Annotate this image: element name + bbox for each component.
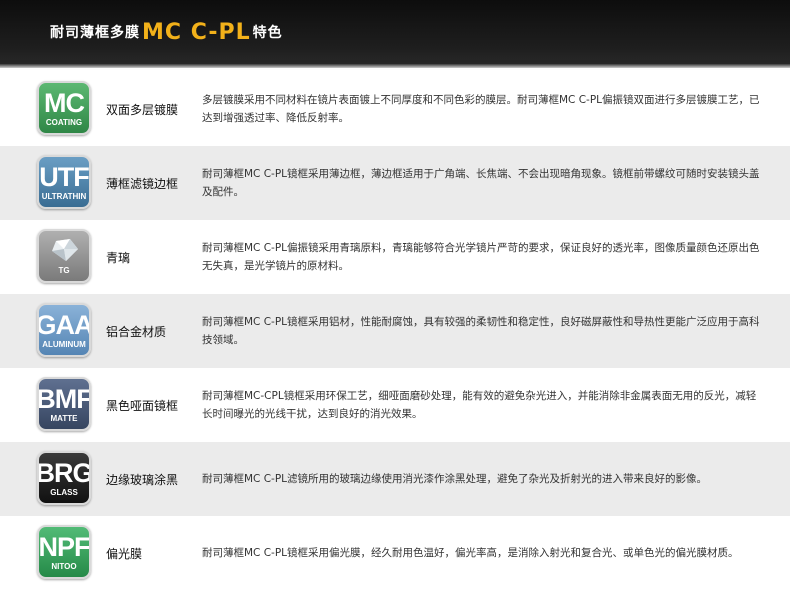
feature-description: 多层镀膜采用不同材料在镜片表面镀上不同厚度和不同色彩的膜层。耐司薄框MC C-P… xyxy=(202,94,760,124)
npf-nitoo-icon: NPF NITOO xyxy=(37,525,91,579)
bmf-matte-icon: BMF MATTE xyxy=(37,377,91,431)
feature-row-utf: UTF ULTRATHIN 薄框滤镜边框 耐司薄框MC C-PL镜框采用薄边框，… xyxy=(0,146,790,220)
feature-row-gaa: GAA ALUMINUM 铝合金材质 耐司薄框MC C-PL镜框采用铝材，性能耐… xyxy=(0,294,790,368)
feature-row-npf: NPF NITOO 偏光膜 耐司薄框MC C-PL镜框采用偏光膜，经久耐用色温好… xyxy=(0,516,790,590)
badge-abbr: GAA xyxy=(37,309,91,340)
feature-name: 黑色哑面镜框 xyxy=(106,398,179,413)
badge-sub: COATING xyxy=(45,117,83,127)
mc-coating-icon: MC COATING xyxy=(37,81,91,135)
feature-description: 耐司薄框MC C-PL镜框采用薄边框，薄边框适用于广角端、长焦端、不会出现暗角现… xyxy=(202,168,760,198)
badge-abbr: MC xyxy=(44,87,85,118)
feature-description: 耐司薄框MC C-PL滤镜所用的玻璃边缘使用消光漆作涂黑处理，避免了杂光及折射光… xyxy=(202,473,708,485)
feature-description: 耐司薄框MC C-PL镜框采用铝材，性能耐腐蚀，具有较强的柔韧性和稳定性，良好磁… xyxy=(202,316,760,346)
feature-row-brg: BRG GLASS 边缘玻璃涂黑 耐司薄框MC C-PL滤镜所用的玻璃边缘使用消… xyxy=(0,442,790,516)
badge-sub: ULTRATHIN xyxy=(41,191,87,201)
title-prefix: 耐司薄框多膜 xyxy=(50,25,140,41)
badge-sub: GLASS xyxy=(50,487,78,497)
feature-name: 偏光膜 xyxy=(106,546,143,561)
feature-row-tg: TG 青璃 耐司薄框MC C-PL偏振镜采用青璃原料，青璃能够符合光学镜片严苛的… xyxy=(0,220,790,294)
feature-name: 青璃 xyxy=(106,250,131,265)
title-highlight: MC C-PL xyxy=(142,19,251,45)
feature-name: 边缘玻璃涂黑 xyxy=(106,472,179,487)
badge-sub: NITOO xyxy=(51,561,77,571)
feature-description: 耐司薄框MC C-PL镜框采用偏光膜，经久耐用色温好，偏光率高，是消除入射光和复… xyxy=(202,547,739,559)
badge-abbr: UTF xyxy=(39,161,89,192)
badge-sub: MATTE xyxy=(50,413,78,423)
tg-glass-icon: TG xyxy=(37,229,91,283)
page-title: 耐司薄框多膜 MC C-PL 特色 xyxy=(50,12,283,52)
gaa-aluminum-icon: GAA ALUMINUM xyxy=(37,303,91,357)
utf-ultrathin-icon: UTF ULTRATHIN xyxy=(37,155,91,209)
title-suffix: 特色 xyxy=(252,25,283,41)
feature-name: 双面多层镀膜 xyxy=(106,102,179,117)
badge-abbr: BRG xyxy=(37,457,91,488)
crystal-icon xyxy=(52,239,78,261)
badge-abbr: BMF xyxy=(37,383,91,414)
feature-description: 耐司薄框MC C-PL偏振镜采用青璃原料，青璃能够符合光学镜片严苛的要求，保证良… xyxy=(202,242,760,272)
feature-name: 薄框滤镜边框 xyxy=(106,176,179,191)
feature-row-mc: MC COATING 双面多层镀膜 多层镀膜采用不同材料在镜片表面镀上不同厚度和… xyxy=(0,72,790,146)
badge-abbr: NPF xyxy=(38,531,90,562)
badge-sub: TG xyxy=(58,266,70,275)
feature-name: 铝合金材质 xyxy=(106,324,167,339)
header-banner: 耐司薄框多膜 MC C-PL 特色 xyxy=(0,0,790,68)
brg-glass-icon: BRG GLASS xyxy=(37,451,91,505)
feature-row-bmf: BMF MATTE 黑色哑面镜框 耐司薄框MC-CPL镜框采用环保工艺，细哑面磨… xyxy=(0,368,790,442)
badge-sub: ALUMINUM xyxy=(42,339,86,349)
feature-description: 耐司薄框MC-CPL镜框采用环保工艺，细哑面磨砂处理，能有效的避免杂光进入，并能… xyxy=(202,390,757,420)
